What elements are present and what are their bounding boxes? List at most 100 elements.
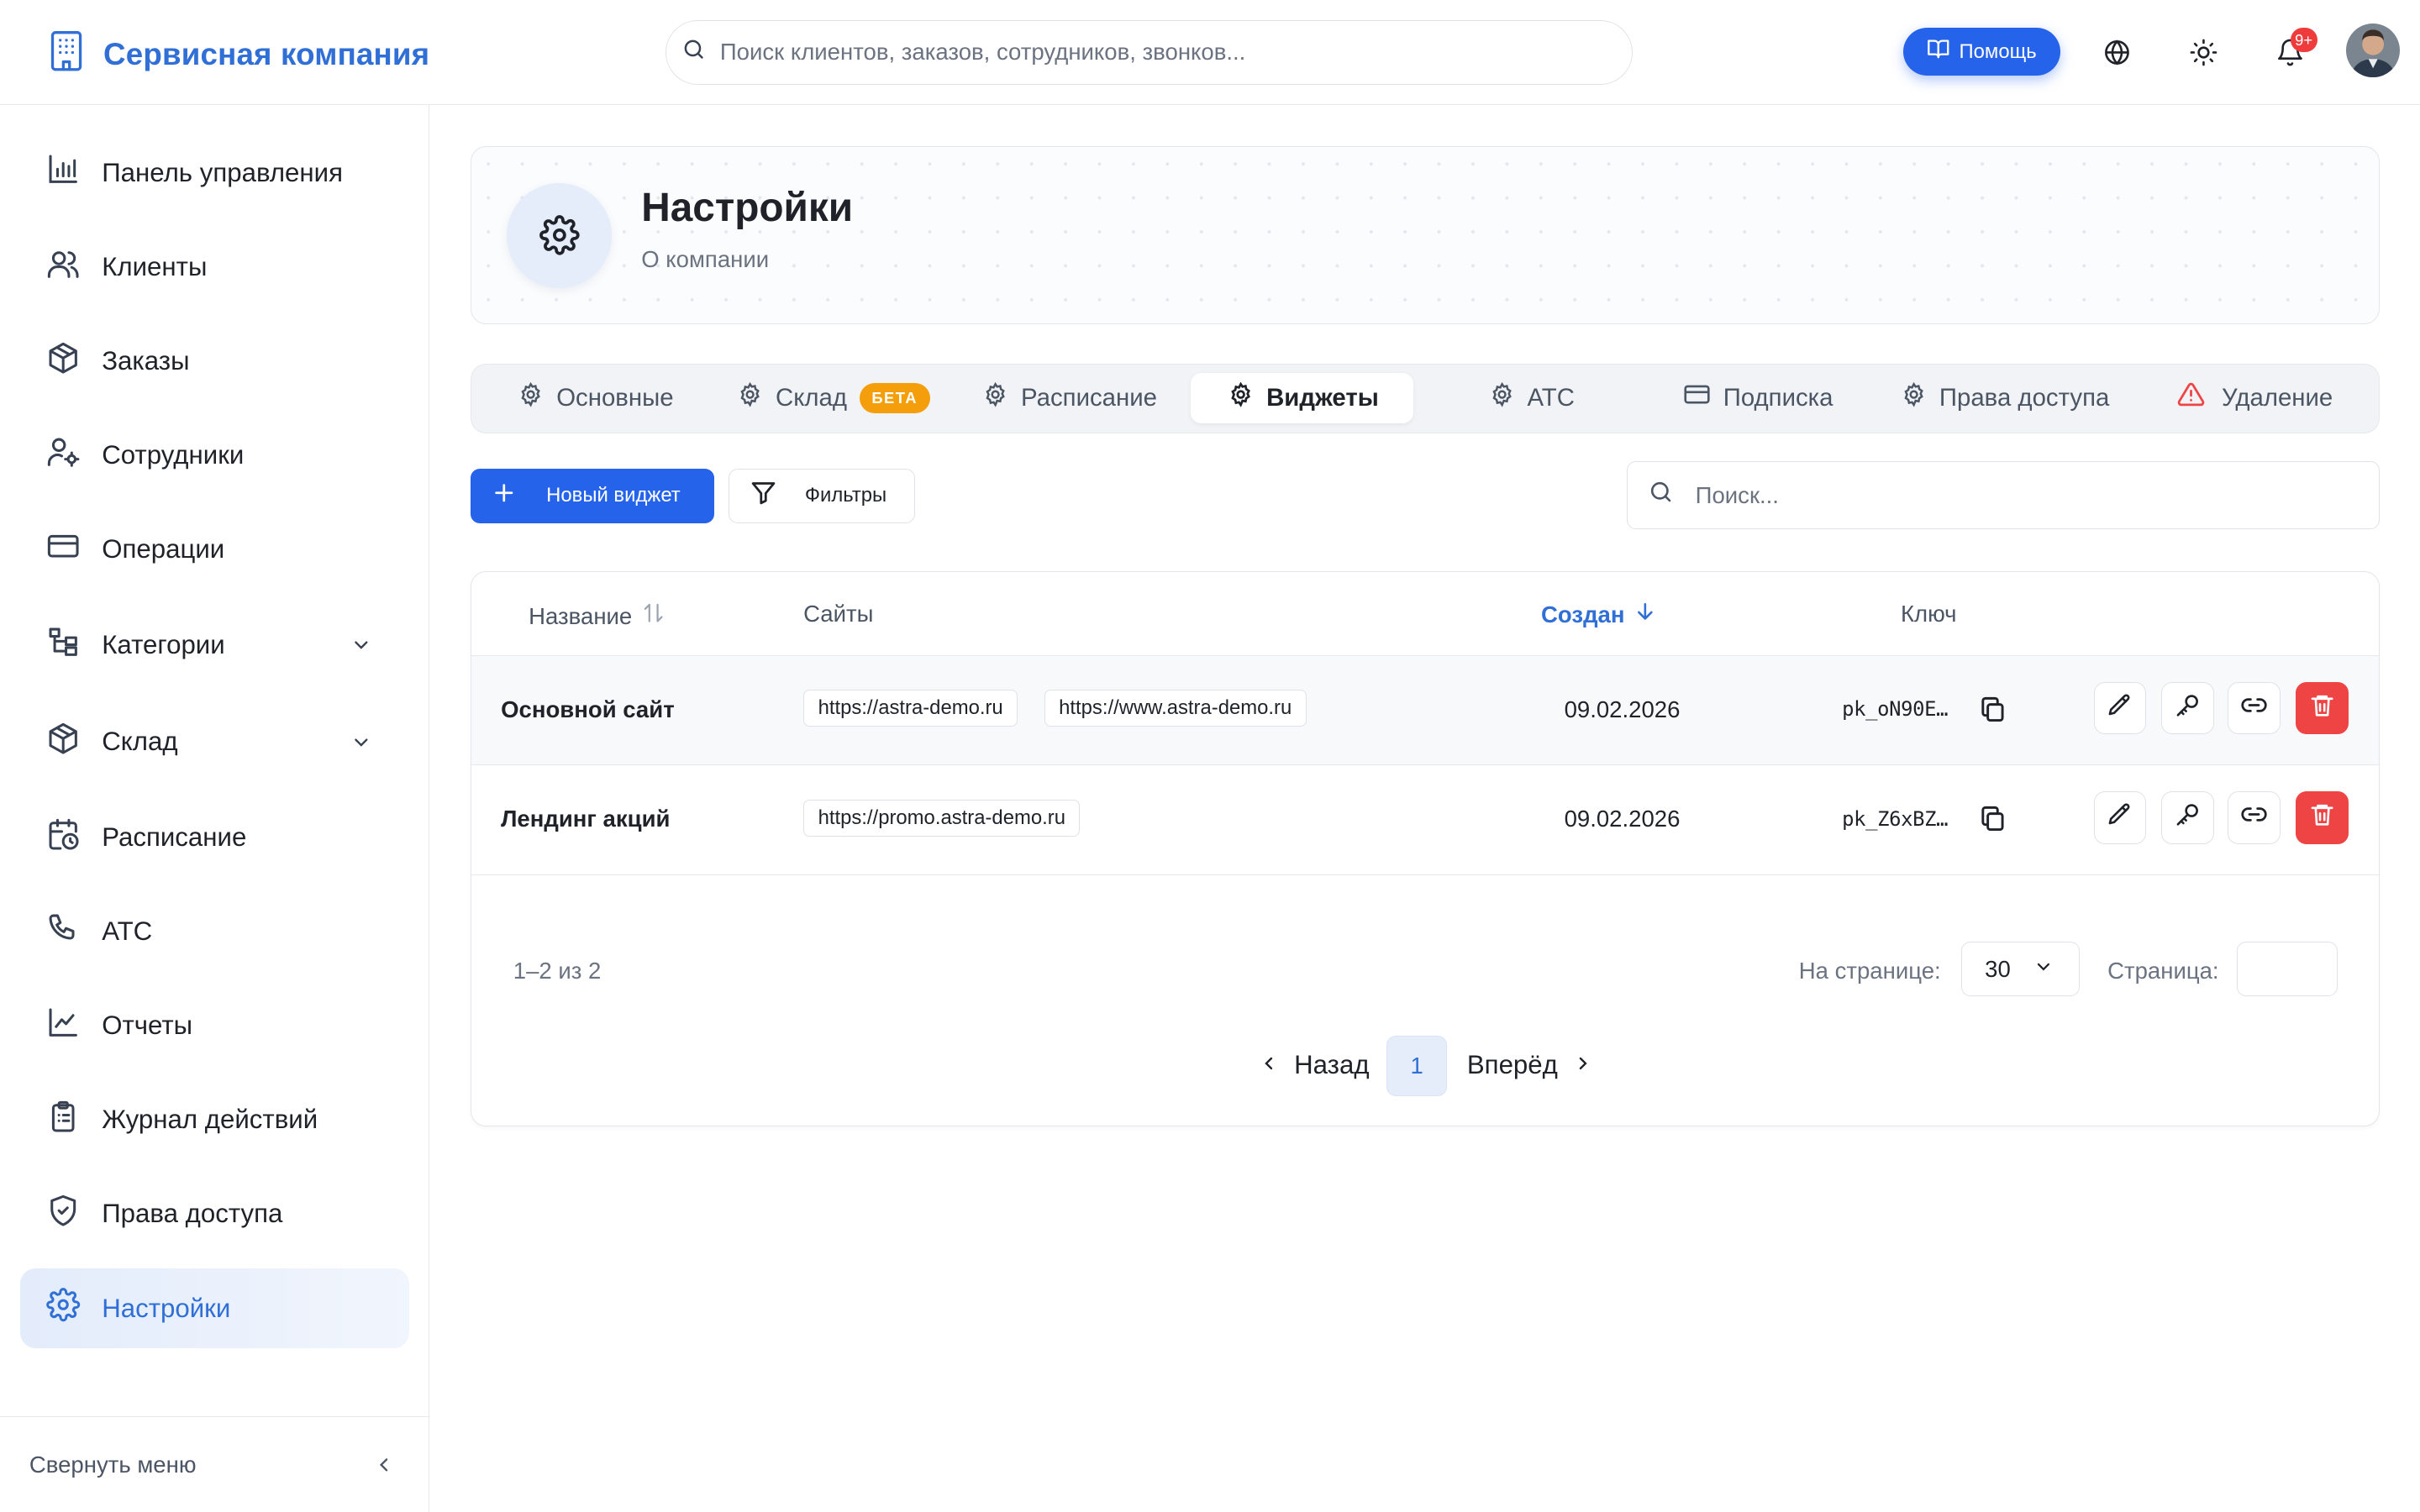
sidebar-item-operations[interactable]: Операции [20,509,409,590]
gear-icon [1901,381,1927,414]
new-widget-button[interactable]: Новый виджет [471,469,715,523]
sidebar-item-access-rights[interactable]: Права доступа [20,1174,409,1255]
sidebar-item-clients[interactable]: Клиенты [20,227,409,307]
avatar[interactable] [2345,23,2401,77]
filters-button[interactable]: Фильтры [728,469,916,523]
sidebar-item-dashboard[interactable]: Панель управления [20,133,409,213]
page-button-current[interactable]: 1 [1386,1036,1447,1097]
per-page-value: 30 [1985,955,2011,982]
trash-icon [2309,692,2335,725]
tab-subscription[interactable]: Подписка [1683,373,1833,424]
sidebar-item-label: Клиенты [102,251,208,281]
edit-button[interactable] [2093,791,2146,844]
chevron-down-icon [2033,956,2054,983]
collapse-menu-button[interactable]: Свернуть меню [0,1416,429,1512]
sidebar-item-warehouse[interactable]: Склад [20,702,409,783]
sidebar-item-label: Журнал действий [102,1105,318,1135]
delete-button[interactable] [2296,681,2349,735]
table-search [1626,461,2381,529]
pencil-icon [2107,692,2133,725]
tab-label: Основные [556,383,674,412]
page-number-input[interactable] [2237,942,2338,996]
delete-button[interactable] [2296,791,2349,844]
global-search [665,19,1634,86]
site-chip: https://promo.astra-demo.ru [803,799,1081,837]
tab-label: Расписание [1021,383,1157,412]
sidebar-item-pbx[interactable]: АТС [20,892,409,973]
gear-icon [518,381,544,414]
sidebar-item-settings[interactable]: Настройки [19,1268,409,1349]
tab-label: Подписка [1723,383,1833,412]
beta-badge: БЕТА [859,382,930,414]
global-search-input[interactable] [719,39,1585,66]
column-header-key: Ключ [1901,601,1957,627]
notifications-badge: 9+ [2290,28,2317,53]
gear-icon [982,381,1008,414]
plus-icon [492,481,516,511]
tab-general[interactable]: Основные [518,373,674,424]
sidebar-item-reports[interactable]: Отчеты [20,986,409,1067]
sidebar-item-label: Категории [102,629,225,659]
edit-button[interactable] [2093,681,2146,735]
globe-icon[interactable] [2097,33,2138,73]
chevron-right-icon [1573,1050,1593,1080]
sidebar-item-categories[interactable]: Категории [20,605,409,685]
chevron-down-icon [350,633,372,663]
prev-page-button[interactable]: Назад [1259,1050,1370,1080]
copy-link-button[interactable] [2228,681,2281,735]
pagination-count: 1–2 из 2 [513,957,602,984]
sun-icon[interactable] [2184,33,2224,73]
sidebar-item-label: Панель управления [102,157,343,187]
sidebar-item-activity-log[interactable]: Журнал действий [20,1080,409,1161]
tab-label: Удаление [2221,383,2333,412]
sidebar-item-schedule[interactable]: Расписание [20,798,409,879]
sidebar-item-label: Отчеты [102,1011,193,1041]
sidebar-item-label: Расписание [102,822,247,853]
widget-key: pk_Z6xBZ… [1842,806,1949,831]
table-search-input[interactable] [1695,481,2344,509]
gear-icon [737,381,763,414]
search-icon [1648,479,1674,512]
sidebar-item-employees[interactable]: Сотрудники [20,415,409,496]
column-header-sites: Сайты [803,601,873,627]
page-title: Настройки [641,185,854,230]
widgets-table: Название Сайты Создан Ключ Основной сайт… [471,570,2381,1126]
per-page-select[interactable]: 30 [1960,942,2081,996]
pencil-icon [2107,801,2133,834]
gear-icon [46,1288,81,1328]
copy-icon[interactable] [1978,695,2007,731]
building-icon [48,29,85,79]
table-divider [471,874,2380,876]
sidebar-item-label: Права доступа [102,1199,283,1229]
column-header-created[interactable]: Создан [1541,601,1655,628]
copy-link-button[interactable] [2228,791,2281,844]
tab-widgets[interactable]: Виджеты [1191,372,1413,424]
copy-icon[interactable] [1978,804,2007,840]
column-header-name[interactable]: Название [529,601,666,631]
sidebar-item-orders[interactable]: Заказы [20,321,409,402]
next-page-button[interactable]: Вперёд [1467,1050,1593,1080]
site-chip: https://astra-demo.ru [803,690,1018,727]
chevron-left-icon [373,1454,395,1482]
chevron-down-icon [350,730,372,760]
search-icon [681,37,706,68]
regenerate-key-button[interactable] [2161,681,2214,735]
clipboard-icon [46,1100,80,1140]
help-button[interactable]: Помощь [1902,28,2060,76]
widget-name: Лендинг акций [501,805,671,832]
tab-access-rights[interactable]: Права доступа [1901,373,2109,424]
tab-deletion[interactable]: Удаление [2177,373,2333,424]
page-label: Страница: [2107,957,2219,984]
sort-icon [641,601,666,631]
tab-pbx[interactable]: АТС [1489,373,1575,424]
tab-label: Виджеты [1266,383,1379,412]
book-icon [1927,37,1950,66]
brand[interactable]: Сервисная компания [48,29,429,79]
gear-icon [1489,381,1515,414]
regenerate-key-button[interactable] [2161,791,2214,844]
tab-schedule[interactable]: Расписание [982,373,1157,424]
tab-warehouse[interactable]: Склад БЕТА [737,373,930,424]
key-icon [2175,801,2201,834]
brand-name: Сервисная компания [103,36,430,71]
users-icon [46,247,80,287]
